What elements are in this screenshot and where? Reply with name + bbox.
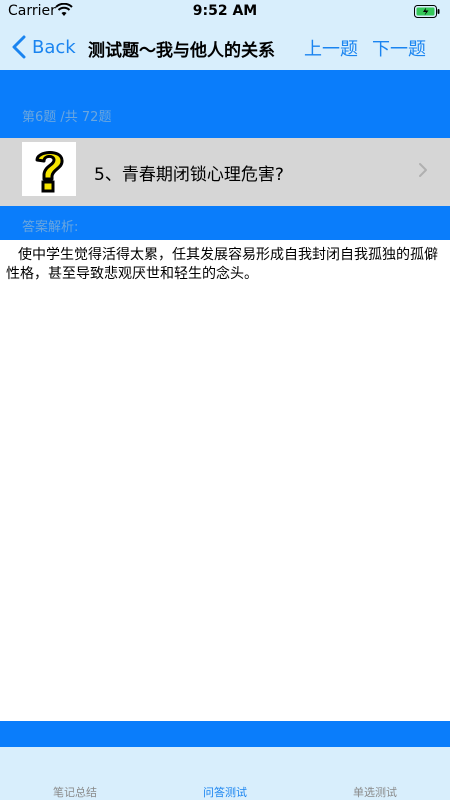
question-row[interactable]: 5、青春期闭锁心理危害? bbox=[0, 138, 450, 206]
bottom-strip bbox=[0, 721, 450, 747]
navigation-bar: Back 测试题～我与他人的关系 上一题 下一题 bbox=[0, 24, 450, 70]
battery-icon bbox=[414, 5, 440, 18]
chevron-left-icon bbox=[12, 35, 26, 59]
answer-header-label: 答案解析: bbox=[22, 220, 79, 235]
back-label: Back bbox=[32, 36, 76, 58]
next-question-button[interactable]: 下一题 bbox=[372, 35, 426, 61]
tab-notes-summary[interactable]: 笔记总结 bbox=[0, 784, 150, 800]
clock: 9:52 AM bbox=[192, 3, 258, 19]
chevron-right-icon bbox=[419, 163, 427, 177]
answer-body: 使中学生觉得活得太累，任其发展容易形成自我封闭自我孤独的孤僻性格，甚至导致悲观厌… bbox=[6, 247, 438, 282]
tab-qa-test[interactable]: 问答测试 bbox=[150, 784, 300, 800]
page-title: 测试题～我与他人的关系 bbox=[88, 41, 275, 61]
status-bar: Carrier 9:52 AM bbox=[0, 0, 450, 24]
question-mark-icon bbox=[22, 142, 76, 196]
question-text: 5、青春期闭锁心理危害? bbox=[94, 165, 284, 185]
progress-label: 第6题 /共 72题 bbox=[22, 110, 112, 125]
tab-single-choice-test[interactable]: 单选测试 bbox=[300, 784, 450, 800]
progress-section-header: 第6题 /共 72题 bbox=[0, 70, 450, 138]
back-button[interactable]: Back bbox=[12, 34, 76, 60]
answer-section-header: 答案解析: bbox=[0, 206, 450, 240]
previous-question-button[interactable]: 上一题 bbox=[304, 35, 358, 61]
tab-bar: 笔记总结 问答测试 单选测试 bbox=[0, 747, 450, 800]
